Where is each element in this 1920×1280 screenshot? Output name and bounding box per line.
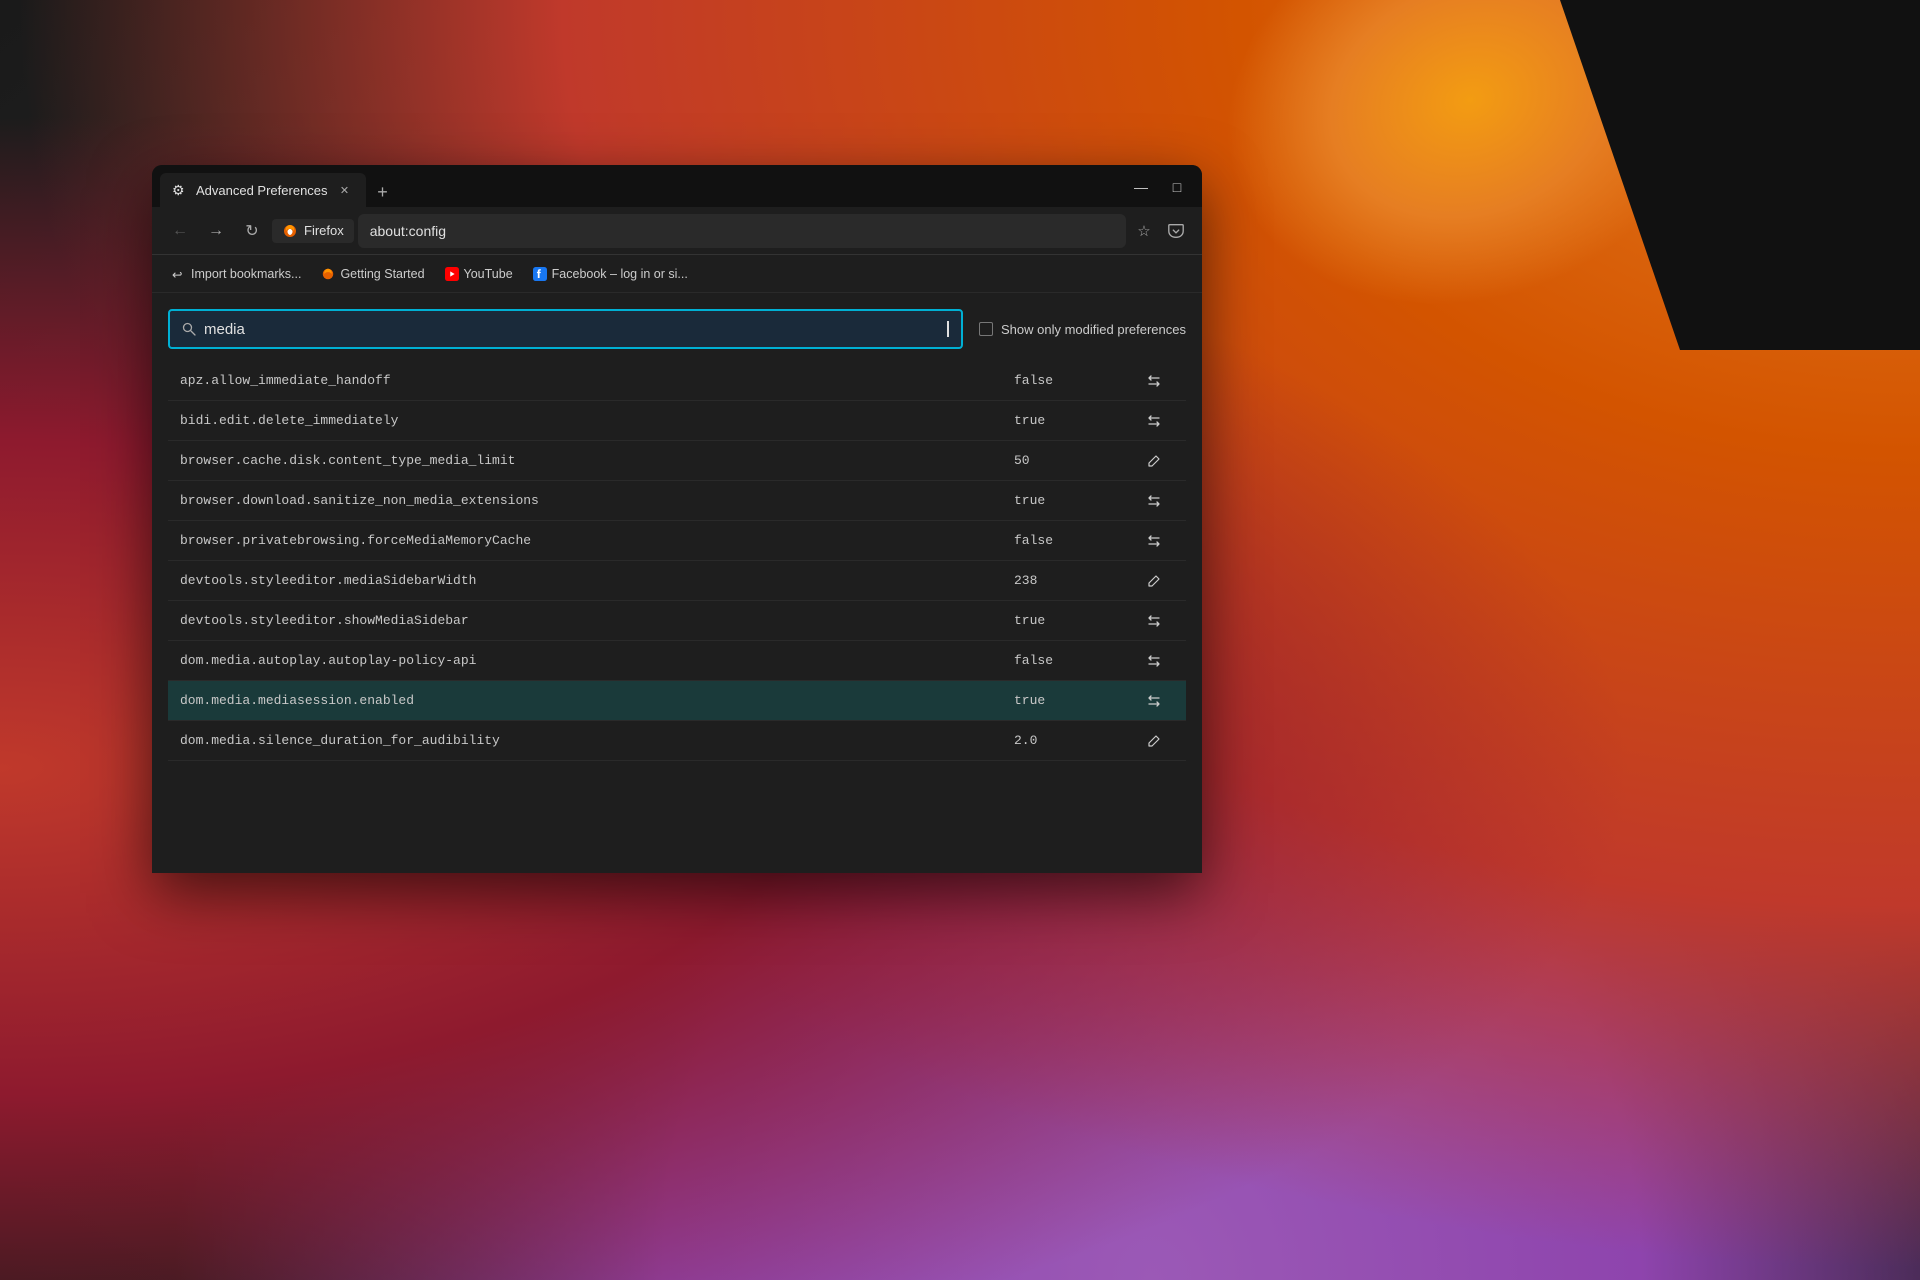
edit-button[interactable]	[1140, 727, 1168, 755]
minimize-button[interactable]: —	[1124, 173, 1158, 201]
pref-value: false	[1014, 533, 1134, 548]
tab-close-button[interactable]: ✕	[336, 181, 354, 199]
pref-action	[1134, 447, 1174, 475]
pref-action	[1134, 527, 1174, 555]
search-row: media Show only modified preferences	[168, 309, 1186, 349]
window-controls: — □	[1124, 173, 1194, 207]
pref-name: apz.allow_immediate_handoff	[180, 373, 1014, 388]
pref-value: 2.0	[1014, 733, 1134, 748]
pref-name: browser.privatebrowsing.forceMediaMemory…	[180, 533, 1014, 548]
pref-row[interactable]: browser.privatebrowsing.forceMediaMemory…	[168, 521, 1186, 561]
pref-value: true	[1014, 693, 1134, 708]
cursor	[947, 321, 949, 337]
pref-action	[1134, 687, 1174, 715]
address-bar[interactable]: about:config	[358, 214, 1126, 248]
pocket-icon	[1167, 222, 1185, 240]
address-text: about:config	[370, 223, 1114, 239]
toggle-button[interactable]	[1140, 647, 1168, 675]
bookmark-facebook[interactable]: Facebook – log in or si...	[525, 263, 696, 285]
tab-icon: ⚙	[172, 182, 188, 198]
edit-button[interactable]	[1140, 567, 1168, 595]
getting-started-icon	[321, 267, 335, 281]
content-area: media Show only modified preferences apz…	[152, 293, 1202, 873]
search-box[interactable]: media	[168, 309, 963, 349]
pref-row[interactable]: dom.media.mediasession.enabledtrue	[168, 681, 1186, 721]
pocket-button[interactable]	[1162, 217, 1190, 245]
pref-name: devtools.styleeditor.showMediaSidebar	[180, 613, 1014, 628]
pref-value: true	[1014, 613, 1134, 628]
pref-name: dom.media.mediasession.enabled	[180, 693, 1014, 708]
pref-value: false	[1014, 373, 1134, 388]
show-modified-row: Show only modified preferences	[979, 322, 1186, 337]
pref-row[interactable]: devtools.styleeditor.showMediaSidebartru…	[168, 601, 1186, 641]
bookmark-import-label: Import bookmarks...	[191, 267, 301, 281]
pref-row[interactable]: browser.cache.disk.content_type_media_li…	[168, 441, 1186, 481]
tab-bar: ⚙ Advanced Preferences ✕ + — □	[152, 165, 1202, 207]
bookmark-star-button[interactable]: ☆	[1130, 217, 1158, 245]
pref-value: true	[1014, 413, 1134, 428]
browser-window: ⚙ Advanced Preferences ✕ + — □ ← → ↻ Fir…	[152, 165, 1202, 873]
pref-name: bidi.edit.delete_immediately	[180, 413, 1014, 428]
toggle-button[interactable]	[1140, 487, 1168, 515]
toggle-button[interactable]	[1140, 687, 1168, 715]
bookmark-getting-started[interactable]: Getting Started	[313, 263, 432, 285]
pref-name: dom.media.autoplay.autoplay-policy-api	[180, 653, 1014, 668]
active-tab[interactable]: ⚙ Advanced Preferences ✕	[160, 173, 366, 207]
bookmark-getting-started-label: Getting Started	[340, 267, 424, 281]
facebook-icon	[533, 267, 547, 281]
toggle-button[interactable]	[1140, 527, 1168, 555]
import-icon: ↩	[172, 267, 186, 281]
pref-name: dom.media.silence_duration_for_audibilit…	[180, 733, 1014, 748]
show-modified-checkbox[interactable]	[979, 322, 993, 336]
bookmark-youtube[interactable]: YouTube	[437, 263, 521, 285]
pref-action	[1134, 407, 1174, 435]
nav-bar: ← → ↻ Firefox about:config ☆	[152, 207, 1202, 255]
edit-button[interactable]	[1140, 447, 1168, 475]
pref-row[interactable]: bidi.edit.delete_immediatelytrue	[168, 401, 1186, 441]
show-modified-label: Show only modified preferences	[1001, 322, 1186, 337]
tab-title: Advanced Preferences	[196, 183, 328, 198]
bookmark-facebook-label: Facebook – log in or si...	[552, 267, 688, 281]
reload-button[interactable]: ↻	[236, 215, 268, 247]
youtube-icon	[445, 267, 459, 281]
pref-action	[1134, 367, 1174, 395]
bookmark-youtube-label: YouTube	[464, 267, 513, 281]
search-icon	[182, 322, 196, 336]
toggle-button[interactable]	[1140, 367, 1168, 395]
pref-name: devtools.styleeditor.mediaSidebarWidth	[180, 573, 1014, 588]
toggle-button[interactable]	[1140, 407, 1168, 435]
pref-action	[1134, 727, 1174, 755]
back-button[interactable]: ←	[164, 215, 196, 247]
pref-action	[1134, 567, 1174, 595]
forward-button[interactable]: →	[200, 215, 232, 247]
pref-action	[1134, 647, 1174, 675]
pref-value: 238	[1014, 573, 1134, 588]
pref-row[interactable]: dom.media.silence_duration_for_audibilit…	[168, 721, 1186, 761]
pref-row[interactable]: browser.download.sanitize_non_media_exte…	[168, 481, 1186, 521]
pref-action	[1134, 487, 1174, 515]
pref-name: browser.cache.disk.content_type_media_li…	[180, 453, 1014, 468]
preferences-table: apz.allow_immediate_handofffalsebidi.edi…	[168, 361, 1186, 761]
firefox-icon	[282, 223, 298, 239]
pref-action	[1134, 607, 1174, 635]
pref-value: true	[1014, 493, 1134, 508]
firefox-badge: Firefox	[272, 219, 354, 243]
pref-name: browser.download.sanitize_non_media_exte…	[180, 493, 1014, 508]
maximize-button[interactable]: □	[1160, 173, 1194, 201]
pref-value: 50	[1014, 453, 1134, 468]
search-input[interactable]: media	[204, 321, 938, 338]
bookmark-import[interactable]: ↩ Import bookmarks...	[164, 263, 309, 285]
bookmarks-bar: ↩ Import bookmarks... Getting Started Yo…	[152, 255, 1202, 293]
new-tab-button[interactable]: +	[368, 177, 398, 207]
pref-row[interactable]: apz.allow_immediate_handofffalse	[168, 361, 1186, 401]
pref-value: false	[1014, 653, 1134, 668]
firefox-label: Firefox	[304, 223, 344, 238]
pref-row[interactable]: dom.media.autoplay.autoplay-policy-apifa…	[168, 641, 1186, 681]
toggle-button[interactable]	[1140, 607, 1168, 635]
pref-row[interactable]: devtools.styleeditor.mediaSidebarWidth23…	[168, 561, 1186, 601]
